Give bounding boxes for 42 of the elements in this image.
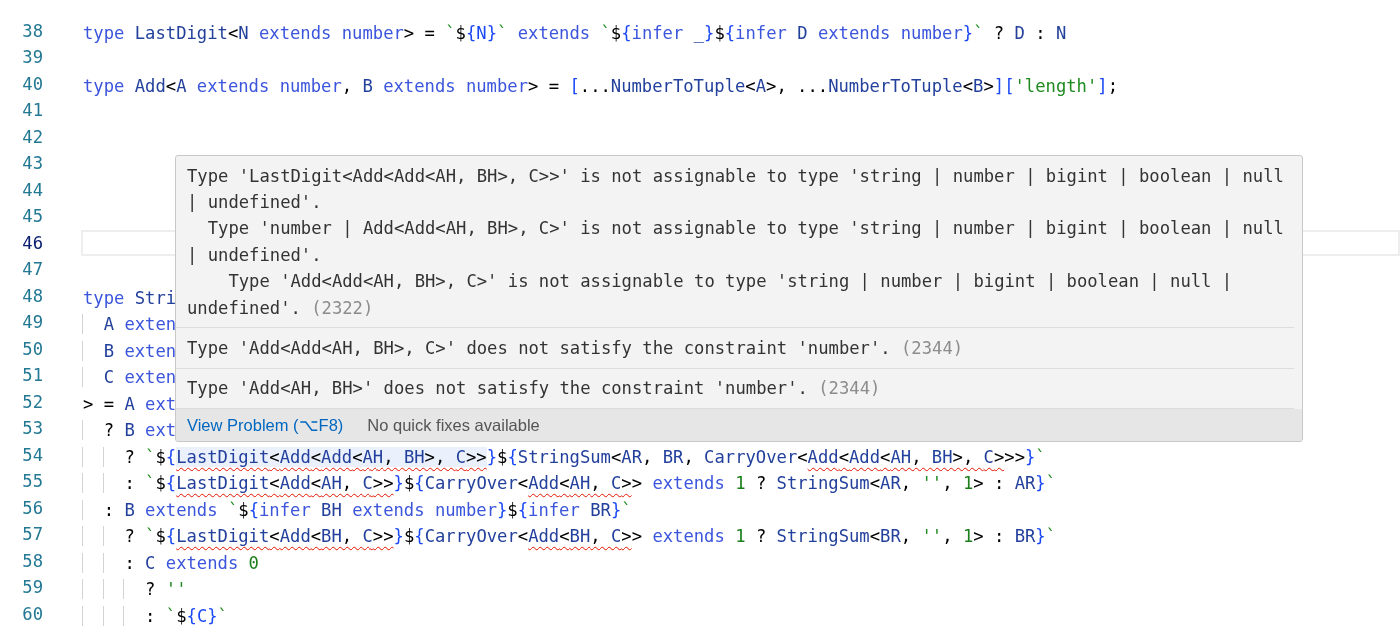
code-line: ? '' [81,574,189,601]
line-number: 38 [21,19,44,43]
line-number: 49 [21,311,44,334]
status-text: No quick fixes available [367,415,540,437]
code-line: A exten [81,309,179,336]
line-number: 57 [21,523,44,546]
code-line: : `${LastDigit<Add<AH, C>>}${CarryOver<Add<AH, C>> extends 1 ? StringSum<AR, '', 1> : AR}` [81,468,1059,495]
line-number: 52 [21,390,44,414]
line-number: 54 [21,443,44,467]
code-line: ? B ext [81,415,179,442]
error-message: Type 'Add<Add<AH, BH>, C>' does not satisfy the constraint 'number'. (2344) [176,328,1295,369]
code-line: type LastDigit<N extends number> = `${N}` extends `${infer _}${infer D extends number}` ? D : N [82,21,1068,44]
code-line: ? `${LastDigit<Add<BH, C>>}${CarryOver<Add<BH, C>> extends 1 ? StringSum<BR, '', 1> : BR}` [81,521,1059,548]
code-line: C exten [81,362,179,389]
code-line: : C extends 0 [81,547,261,574]
line-number: 53 [21,417,44,440]
line-number: 59 [21,576,44,599]
line-number: 42 [21,125,44,149]
line-number: 47 [21,258,44,281]
line-number: 40 [21,72,44,96]
code-line: type Add<A extends number, B extends number> = [...NumberToTuple<A>, ...NumberToTuple<B>]['length']; [82,74,1119,97]
code-line: : B extends `${infer BH extends number}${infer BR}` [81,494,634,521]
line-number: 43 [21,152,44,175]
line-number: 44 [21,178,44,202]
line-number: 55 [21,470,44,493]
line-number: 60 [21,602,44,626]
code-line: B exten [81,335,179,362]
code-line: : `${C}` [81,600,230,627]
line-number: 56 [21,496,44,520]
line-number: 45 [21,205,44,228]
line-number: 46 [21,231,44,255]
code-line: > = A ext [82,392,178,415]
line-number: 51 [21,364,44,387]
code-line: ? `${LastDigit<Add<Add<AH, BH>, C>>}${StringSum<AR, BR, CarryOver<Add<Add<AH, BH>, C>>>}` [81,441,1048,468]
line-number: 48 [21,284,44,308]
error-message: Type 'LastDigit<Add<Add<AH, BH>, C>>' is not assignable to type 'string | number | bigint | boolean | null | undefined'. Type 'number | Add<Add<AH, BH>, C>' is not assignable to type 'string | number | bigint | boolean | null | undefined'. Type 'Add<Add<AH, BH>, C>' is not assignable to type 'string | number | bigint | boolean | null | undefined'. (2322) [176,156,1295,329]
line-number: 41 [21,99,44,122]
line-number: 39 [21,46,44,69]
line-number: 50 [21,337,44,361]
view-problem-link[interactable]: View Problem (⌥F8) [187,413,344,438]
code-line: type Stri [82,286,178,309]
line-number: 58 [21,549,44,573]
